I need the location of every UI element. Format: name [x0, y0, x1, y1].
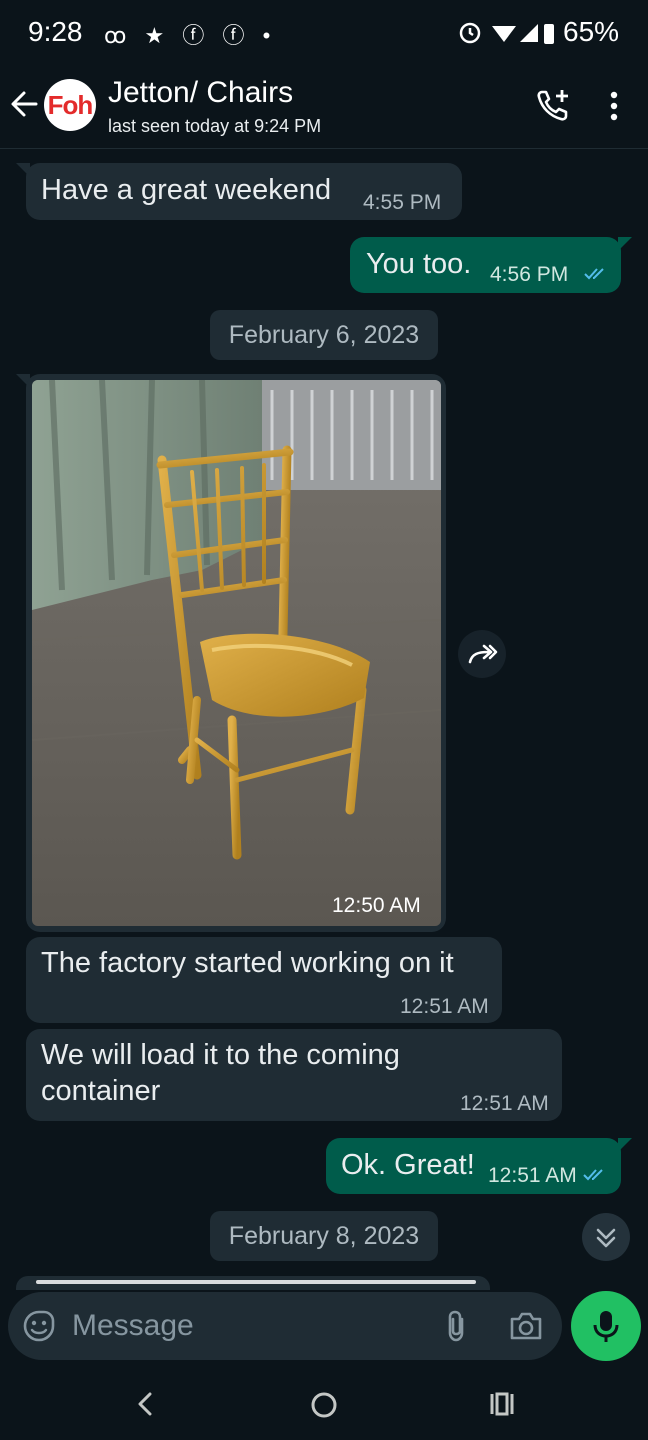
- add-call-icon[interactable]: [534, 86, 574, 126]
- system-icons: [459, 22, 554, 44]
- message-input-placeholder[interactable]: Message: [72, 1309, 194, 1343]
- message-bubble-incoming[interactable]: The factory started working on it 12:51 …: [26, 937, 502, 1023]
- message-time: 12:51 AM: [400, 995, 489, 1018]
- message-text: You too.: [366, 248, 472, 280]
- read-receipt-icon: [583, 1169, 603, 1181]
- message-time: 12:51 AM: [460, 1092, 549, 1115]
- image-time: 12:50 AM: [332, 894, 421, 917]
- nav-recents-icon[interactable]: [488, 1390, 516, 1418]
- chair-photo[interactable]: 12:50 AM: [32, 380, 441, 926]
- system-navigation-bar: [0, 1374, 648, 1440]
- date-separator: February 8, 2023: [210, 1211, 438, 1261]
- message-text-line-2: container: [41, 1075, 161, 1107]
- forward-icon: [468, 644, 498, 664]
- message-text: The factory started working on it: [41, 947, 454, 979]
- camera-icon[interactable]: [508, 1309, 544, 1343]
- chat-header: Foh Jetton/ Chairs last seen today at 9:…: [0, 66, 648, 149]
- message-text: Ok. Great!: [341, 1149, 475, 1181]
- message-time: 4:55 PM: [363, 191, 442, 214]
- battery-percent: 65%: [563, 16, 620, 47]
- forward-button[interactable]: [458, 630, 506, 678]
- message-time: 4:56 PM: [490, 263, 569, 286]
- notification-icons: ꝏ ★ ⓕ ⓕ •: [104, 23, 277, 48]
- message-bubble-incoming[interactable]: Have a great weekend 4:55 PM: [26, 163, 462, 220]
- message-bubble-outgoing[interactable]: You too. 4:56 PM: [350, 237, 621, 293]
- emoji-sticker-icon[interactable]: [22, 1309, 56, 1343]
- scroll-to-bottom-button[interactable]: [582, 1213, 630, 1261]
- message-bubble-incoming[interactable]: We will load it to the coming container …: [26, 1029, 562, 1121]
- voice-message-button[interactable]: [571, 1291, 641, 1361]
- contact-name[interactable]: Jetton/ Chairs: [108, 76, 293, 110]
- message-input-bar[interactable]: Message: [8, 1292, 562, 1360]
- message-bubble-outgoing[interactable]: Ok. Great! 12:51 AM: [326, 1138, 621, 1194]
- avatar[interactable]: Foh: [44, 79, 96, 131]
- status-bar: 9:28 ꝏ ★ ⓕ ⓕ • 65%: [0, 0, 648, 66]
- message-text: Have a great weekend: [41, 174, 332, 206]
- back-arrow-icon[interactable]: [8, 84, 42, 124]
- double-chevron-down-icon: [596, 1228, 616, 1248]
- partial-message-bubble: [16, 1276, 490, 1290]
- attach-icon[interactable]: [440, 1309, 474, 1343]
- microphone-icon: [593, 1311, 619, 1342]
- date-separator: February 6, 2023: [210, 310, 438, 360]
- partial-image-edge: [36, 1280, 476, 1284]
- more-options-icon[interactable]: [600, 86, 628, 126]
- nav-back-icon[interactable]: [132, 1390, 160, 1418]
- message-time: 12:51 AM: [488, 1164, 577, 1187]
- read-receipt-icon: [584, 268, 604, 280]
- message-text-line-1: We will load it to the coming: [41, 1039, 400, 1071]
- nav-home-icon[interactable]: [309, 1390, 339, 1420]
- status-time: 9:28: [28, 16, 83, 47]
- last-seen-status: last seen today at 9:24 PM: [108, 116, 322, 136]
